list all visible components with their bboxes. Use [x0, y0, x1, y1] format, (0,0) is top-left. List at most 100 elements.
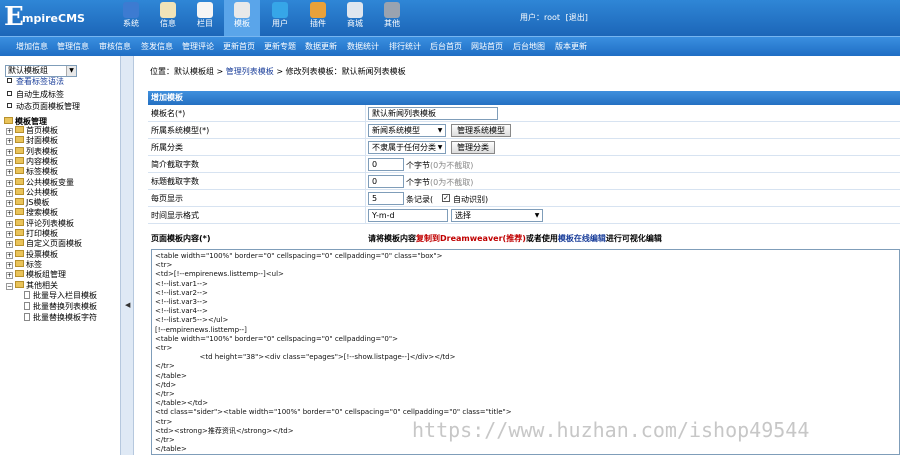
expand-icon[interactable]: +	[6, 210, 13, 217]
folder-icon	[15, 250, 24, 257]
subnav-item[interactable]: 更新专题	[264, 41, 296, 52]
code-line: <td><strong>推荐资讯</strong></td>	[155, 426, 294, 435]
per-page-input[interactable]: 5	[368, 192, 404, 205]
sidebar-splitter[interactable]: ◀	[120, 56, 134, 455]
title-length-input[interactable]: 0	[368, 175, 404, 188]
online-edit-link[interactable]: 模板在线编辑	[558, 234, 606, 243]
subnav-item[interactable]: 管理信息	[57, 41, 89, 52]
breadcrumb-link-list-templates[interactable]: 管理列表模板	[226, 67, 274, 76]
info-icon	[160, 2, 176, 18]
manage-system-model-button[interactable]: 管理系统模型	[451, 124, 511, 137]
expand-icon[interactable]: +	[6, 180, 13, 187]
tree-item[interactable]: + 搜索模板	[6, 208, 58, 218]
sidebar-link-auto-tag[interactable]: 自动生成标签	[7, 90, 64, 100]
expand-icon[interactable]: +	[6, 272, 13, 279]
subnav-item[interactable]: 排行统计	[389, 41, 421, 52]
subnav-item[interactable]: 签发信息	[141, 41, 173, 52]
subnav-item[interactable]: 更新首页	[223, 41, 255, 52]
collapse-arrow-icon[interactable]: ◀	[125, 301, 130, 309]
expand-icon[interactable]: +	[6, 262, 13, 269]
manage-category-button[interactable]: 管理分类	[451, 141, 495, 154]
folder-icon	[15, 270, 24, 277]
module-tab-2[interactable]: 栏目	[187, 0, 223, 36]
tree-item[interactable]: + JS模板	[6, 198, 49, 208]
intro-length-note: (0为不截取)	[430, 161, 474, 170]
expand-icon[interactable]: +	[6, 190, 13, 197]
code-line: <td>[!--empirenews.listtemp--]<ul>	[155, 270, 284, 279]
folder-icon	[15, 229, 24, 236]
auto-detect-checkbox[interactable]: ✓	[442, 194, 450, 202]
expand-icon[interactable]: +	[6, 149, 13, 156]
logout-link[interactable]: [退出]	[566, 13, 588, 22]
folder-icon	[15, 126, 24, 133]
code-line: <table width="100%" border="0" cellspaci…	[155, 334, 398, 343]
tree-child-item[interactable]: 批量导入栏目模板	[24, 291, 97, 301]
module-tab-0[interactable]: 系统	[113, 0, 149, 36]
expand-icon[interactable]: +	[6, 241, 13, 248]
module-tab-6[interactable]: 商城	[337, 0, 373, 36]
code-line: </tr>	[155, 390, 175, 398]
subnav-item[interactable]: 版本更新	[555, 41, 587, 52]
expand-icon[interactable]: +	[6, 252, 13, 259]
sidebar-link-tag-syntax[interactable]: 查看标签语法	[7, 77, 64, 87]
module-tab-5[interactable]: 插件	[300, 0, 336, 36]
tree-item[interactable]: + 模板组管理	[6, 270, 66, 280]
watermark: https://www.huzhan.com/ishop49544	[412, 418, 810, 442]
expand-icon[interactable]: +	[6, 159, 13, 166]
tree-item[interactable]: + 封面模板	[6, 136, 58, 146]
gear-icon	[384, 2, 400, 18]
module-tab-4[interactable]: 用户	[262, 0, 298, 36]
subnav-item[interactable]: 网站首页	[471, 41, 503, 52]
row-system-model: 所属系统模型(*) 新闻系统模型 ▼ 管理系统模型	[148, 122, 900, 139]
expand-icon[interactable]: +	[6, 231, 13, 238]
tree-item[interactable]: + 打印模板	[6, 229, 58, 239]
template-group-select[interactable]: 默认模板组 ▼	[5, 65, 77, 77]
subnav-item[interactable]: 审核信息	[99, 41, 131, 52]
subnav-item[interactable]: 后台首页	[430, 41, 462, 52]
expand-icon[interactable]: −	[6, 283, 13, 290]
sidebar-link-label: 自动生成标签	[16, 90, 64, 99]
tree-item[interactable]: − 其他相关	[6, 281, 58, 291]
tree-item[interactable]: + 标签模板	[6, 167, 58, 177]
time-format-select[interactable]: 选择 ▼	[451, 209, 543, 222]
subnav-item[interactable]: 管理评论	[182, 41, 214, 52]
expand-icon[interactable]: +	[6, 221, 13, 228]
tree-item[interactable]: + 评论列表模板	[6, 219, 74, 229]
tree-child-item[interactable]: 批量替换模板字符	[24, 313, 97, 323]
subnav-item[interactable]: 数据统计	[347, 41, 379, 52]
content-hint-text: 请将模板内容	[368, 234, 416, 243]
subnav-item[interactable]: 增加信息	[16, 41, 48, 52]
sidebar-link-dynamic-page[interactable]: 动态页面模板管理	[7, 102, 80, 112]
intro-length-input[interactable]: 0	[368, 158, 404, 171]
folder-icon	[15, 239, 24, 246]
module-tab-7[interactable]: 其他	[374, 0, 410, 36]
tree-item[interactable]: + 标签	[6, 260, 42, 270]
page-content-hint: 请将模板内容复制到Dreamweaver(推荐)或者使用模板在线编辑进行可视化编…	[368, 233, 662, 244]
expand-icon[interactable]: +	[6, 128, 13, 135]
expand-icon[interactable]: +	[6, 200, 13, 207]
tree-item[interactable]: + 内容模板	[6, 157, 58, 167]
quick-nav-bar: 增加信息 管理信息 审核信息 签发信息 管理评论 更新首页 更新专题 数据更新 数据统计 排行统计…	[0, 36, 900, 56]
title-length-note: (0为不截取)	[430, 178, 474, 187]
tree-item[interactable]: + 首页模板	[6, 126, 58, 136]
expand-icon[interactable]: +	[6, 169, 13, 176]
subnav-item[interactable]: 数据更新	[305, 41, 337, 52]
category-value: 不隶属于任何分类	[372, 143, 436, 152]
time-format-input[interactable]: Y-m-d	[368, 209, 448, 222]
template-name-input[interactable]: 默认新闻列表模板	[368, 107, 498, 120]
category-select[interactable]: 不隶属于任何分类 ▼	[368, 141, 446, 154]
folder-icon	[15, 188, 24, 195]
tree-item[interactable]: + 列表模板	[6, 147, 58, 157]
code-line: </table>	[155, 445, 187, 454]
tree-item[interactable]: + 投票模板	[6, 250, 58, 260]
tree-item[interactable]: + 公共模板	[6, 188, 58, 198]
tree-item[interactable]: + 公共模板变量	[6, 178, 74, 188]
system-model-select[interactable]: 新闻系统模型 ▼	[368, 124, 446, 137]
tree-child-item[interactable]: 批量替换列表模板	[24, 302, 97, 312]
expand-icon[interactable]: +	[6, 138, 13, 145]
module-tab-3[interactable]: 模板	[224, 0, 260, 36]
tree-item[interactable]: + 自定义页面模板	[6, 239, 82, 249]
subnav-item[interactable]: 后台地图	[513, 41, 545, 52]
module-tab-1[interactable]: 信息	[150, 0, 186, 36]
system-model-label: 所属系统模型(*)	[151, 126, 210, 135]
